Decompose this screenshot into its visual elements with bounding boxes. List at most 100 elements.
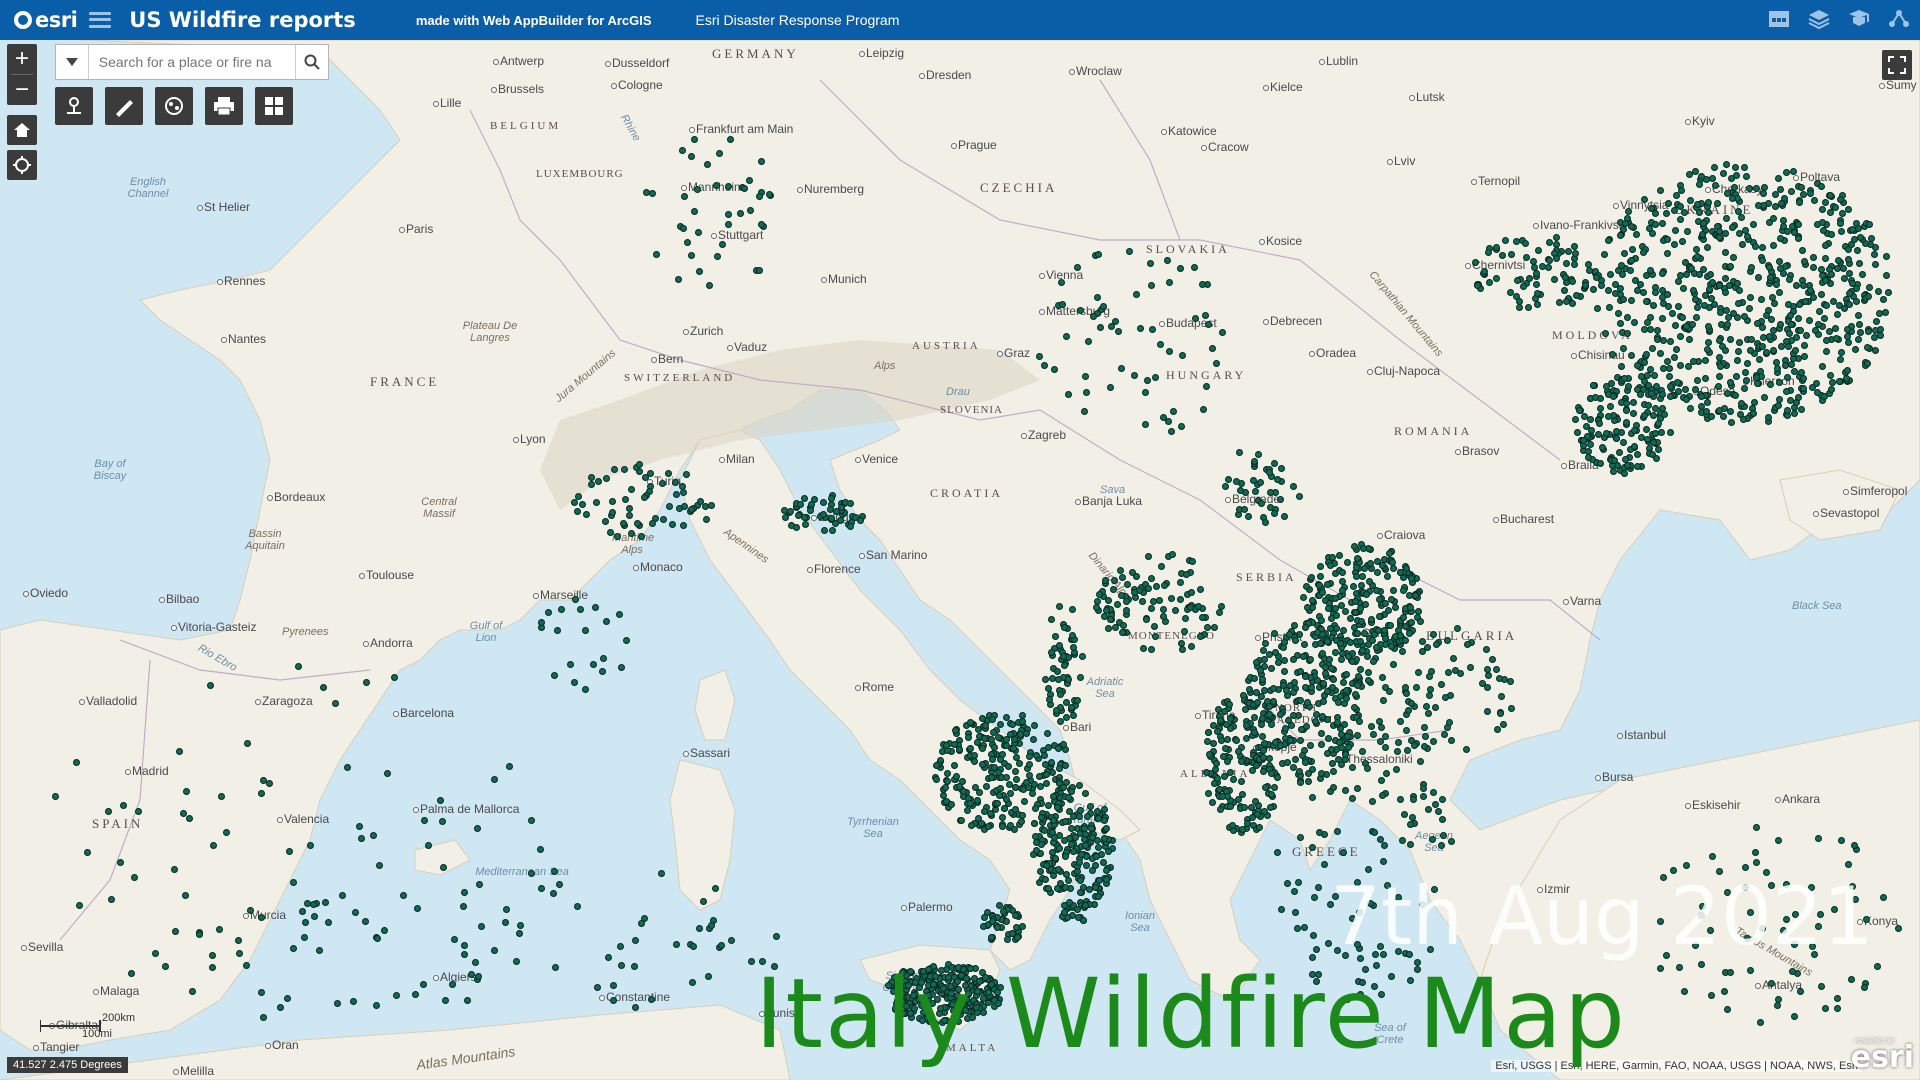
wildfire-point[interactable]	[1672, 322, 1679, 329]
wildfire-point[interactable]	[1823, 337, 1830, 344]
wildfire-point[interactable]	[1342, 608, 1349, 615]
wildfire-point[interactable]	[1384, 573, 1391, 580]
wildfire-point[interactable]	[1665, 200, 1672, 207]
wildfire-point[interactable]	[1811, 197, 1818, 204]
wildfire-point[interactable]	[1003, 796, 1010, 803]
wildfire-point[interactable]	[1199, 281, 1206, 288]
wildfire-point[interactable]	[1625, 383, 1632, 390]
wildfire-point[interactable]	[999, 814, 1006, 821]
wildfire-point[interactable]	[660, 516, 667, 523]
wildfire-point[interactable]	[1700, 220, 1707, 227]
wildfire-point[interactable]	[1281, 657, 1288, 664]
wildfire-point[interactable]	[1312, 718, 1319, 725]
wildfire-point[interactable]	[461, 889, 468, 896]
wildfire-point[interactable]	[1810, 254, 1817, 261]
wildfire-point[interactable]	[1761, 394, 1768, 401]
wildfire-point[interactable]	[1357, 666, 1364, 673]
wildfire-point[interactable]	[209, 964, 216, 971]
wildfire-point[interactable]	[1717, 363, 1724, 370]
wildfire-point[interactable]	[1031, 722, 1038, 729]
wildfire-point[interactable]	[437, 797, 444, 804]
wildfire-point[interactable]	[1177, 265, 1184, 272]
wildfire-point[interactable]	[1444, 637, 1451, 644]
wildfire-point[interactable]	[1701, 302, 1708, 309]
wildfire-point[interactable]	[997, 785, 1004, 792]
wildfire-point[interactable]	[1776, 379, 1783, 386]
wildfire-point[interactable]	[1433, 641, 1440, 648]
wildfire-point[interactable]	[725, 211, 732, 218]
wildfire-point[interactable]	[1827, 209, 1834, 216]
wildfire-point[interactable]	[1252, 488, 1259, 495]
wildfire-point[interactable]	[1797, 327, 1804, 334]
wildfire-point[interactable]	[1871, 251, 1878, 258]
directions-button[interactable]	[55, 87, 93, 125]
wildfire-point[interactable]	[1681, 988, 1688, 995]
wildfire-point[interactable]	[626, 505, 633, 512]
wildfire-point[interactable]	[1266, 711, 1273, 718]
wildfire-point[interactable]	[1267, 489, 1274, 496]
wildfire-point[interactable]	[362, 918, 369, 925]
wildfire-point[interactable]	[332, 700, 339, 707]
wildfire-point[interactable]	[1720, 170, 1727, 177]
wildfire-point[interactable]	[1616, 449, 1623, 456]
wildfire-point[interactable]	[1818, 266, 1825, 273]
wildfire-point[interactable]	[1796, 199, 1803, 206]
wildfire-point[interactable]	[1361, 565, 1368, 572]
wildfire-point[interactable]	[1195, 603, 1202, 610]
wildfire-point[interactable]	[1227, 803, 1234, 810]
wildfire-point[interactable]	[1776, 258, 1783, 265]
wildfire-point[interactable]	[1753, 824, 1760, 831]
wildfire-point[interactable]	[1107, 384, 1114, 391]
wildfire-point[interactable]	[1797, 988, 1804, 995]
wildfire-point[interactable]	[1296, 493, 1303, 500]
wildfire-point[interactable]	[1338, 656, 1345, 663]
wildfire-point[interactable]	[1546, 239, 1553, 246]
wildfire-point[interactable]	[1834, 995, 1841, 1002]
wildfire-point[interactable]	[1218, 603, 1225, 610]
wildfire-point[interactable]	[1030, 736, 1037, 743]
wildfire-point[interactable]	[1123, 598, 1130, 605]
wildfire-point[interactable]	[1266, 755, 1273, 762]
wildfire-point[interactable]	[1360, 545, 1367, 552]
wildfire-point[interactable]	[1277, 711, 1284, 718]
wildfire-point[interactable]	[1696, 209, 1703, 216]
wildfire-point[interactable]	[1250, 477, 1257, 484]
wildfire-point[interactable]	[1439, 816, 1446, 823]
wildfire-point[interactable]	[1848, 976, 1855, 983]
wildfire-point[interactable]	[1103, 825, 1110, 832]
wildfire-point[interactable]	[1631, 427, 1638, 434]
wildfire-point[interactable]	[135, 808, 142, 815]
wildfire-point[interactable]	[171, 866, 178, 873]
wildfire-point[interactable]	[1351, 543, 1358, 550]
wildfire-point[interactable]	[1225, 476, 1232, 483]
wildfire-point[interactable]	[1681, 209, 1688, 216]
wildfire-point[interactable]	[1696, 181, 1703, 188]
wildfire-point[interactable]	[1818, 983, 1825, 990]
wildfire-point[interactable]	[352, 909, 359, 916]
wildfire-point[interactable]	[588, 474, 595, 481]
wildfire-point[interactable]	[1493, 244, 1500, 251]
wildfire-point[interactable]	[1857, 234, 1864, 241]
wildfire-point[interactable]	[943, 742, 950, 749]
wildfire-point[interactable]	[1177, 596, 1184, 603]
wildfire-point[interactable]	[746, 177, 753, 184]
wildfire-point[interactable]	[1661, 411, 1668, 418]
wildfire-point[interactable]	[1320, 680, 1327, 687]
wildfire-point[interactable]	[1082, 842, 1089, 849]
wildfire-point[interactable]	[641, 494, 648, 501]
wildfire-point[interactable]	[1646, 225, 1653, 232]
wildfire-point[interactable]	[1144, 377, 1151, 384]
wildfire-point[interactable]	[1033, 847, 1040, 854]
wildfire-point[interactable]	[1429, 836, 1436, 843]
wildfire-point[interactable]	[1631, 319, 1638, 326]
wildfire-point[interactable]	[1692, 386, 1699, 393]
wildfire-point[interactable]	[593, 499, 600, 506]
wildfire-point[interactable]	[1784, 374, 1791, 381]
wildfire-point[interactable]	[1255, 451, 1262, 458]
wildfire-point[interactable]	[1563, 298, 1570, 305]
wildfire-point[interactable]	[1775, 402, 1782, 409]
wildfire-point[interactable]	[1721, 988, 1728, 995]
wildfire-point[interactable]	[384, 770, 391, 777]
wildfire-point[interactable]	[1003, 714, 1010, 721]
wildfire-point[interactable]	[1325, 605, 1332, 612]
